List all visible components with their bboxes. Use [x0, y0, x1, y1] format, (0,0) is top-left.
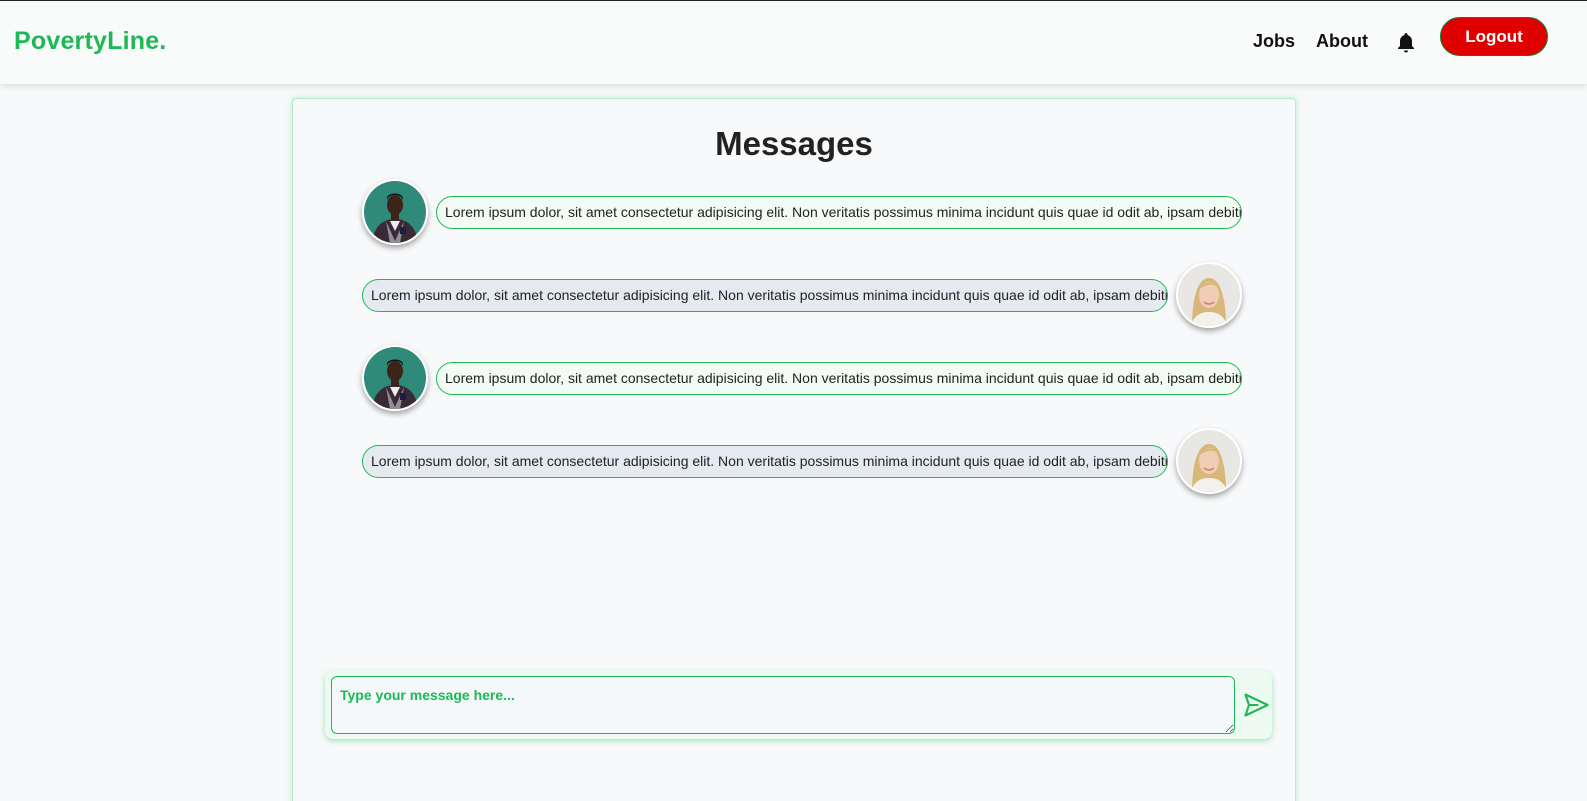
message-row: Lorem ipsum dolor, sit amet consectetur … [362, 428, 1242, 494]
bell-icon[interactable] [1394, 31, 1418, 55]
message-bubble-incoming: Lorem ipsum dolor, sit amet consectetur … [436, 361, 1242, 395]
nav-link-jobs[interactable]: Jobs [1253, 31, 1295, 52]
message-input[interactable] [331, 676, 1235, 734]
nav-link-about[interactable]: About [1316, 31, 1368, 52]
woman-avatar [1176, 428, 1242, 494]
message-row: Lorem ipsum dolor, sit amet consectetur … [362, 262, 1242, 328]
man-avatar [362, 179, 428, 245]
message-bubble-incoming: Lorem ipsum dolor, sit amet consectetur … [436, 195, 1242, 229]
message-bubble-outgoing: Lorem ipsum dolor, sit amet consectetur … [362, 278, 1168, 312]
woman-avatar [1176, 262, 1242, 328]
send-icon[interactable] [1242, 691, 1270, 719]
logout-button[interactable]: Logout [1440, 17, 1548, 56]
message-row: Lorem ipsum dolor, sit amet consectetur … [362, 345, 1242, 411]
page-title: Messages [715, 125, 873, 162]
message-bubble-outgoing: Lorem ipsum dolor, sit amet consectetur … [362, 444, 1168, 478]
navbar: PovertyLine. Jobs About Logout [0, 1, 1587, 84]
brand-logo[interactable]: PovertyLine. [14, 27, 166, 56]
man-avatar [362, 345, 428, 411]
message-row: Lorem ipsum dolor, sit amet consectetur … [362, 179, 1242, 245]
messages-panel: Messages Lorem ipsum dolor, sit amet con… [292, 98, 1296, 801]
message-composer [325, 671, 1272, 739]
